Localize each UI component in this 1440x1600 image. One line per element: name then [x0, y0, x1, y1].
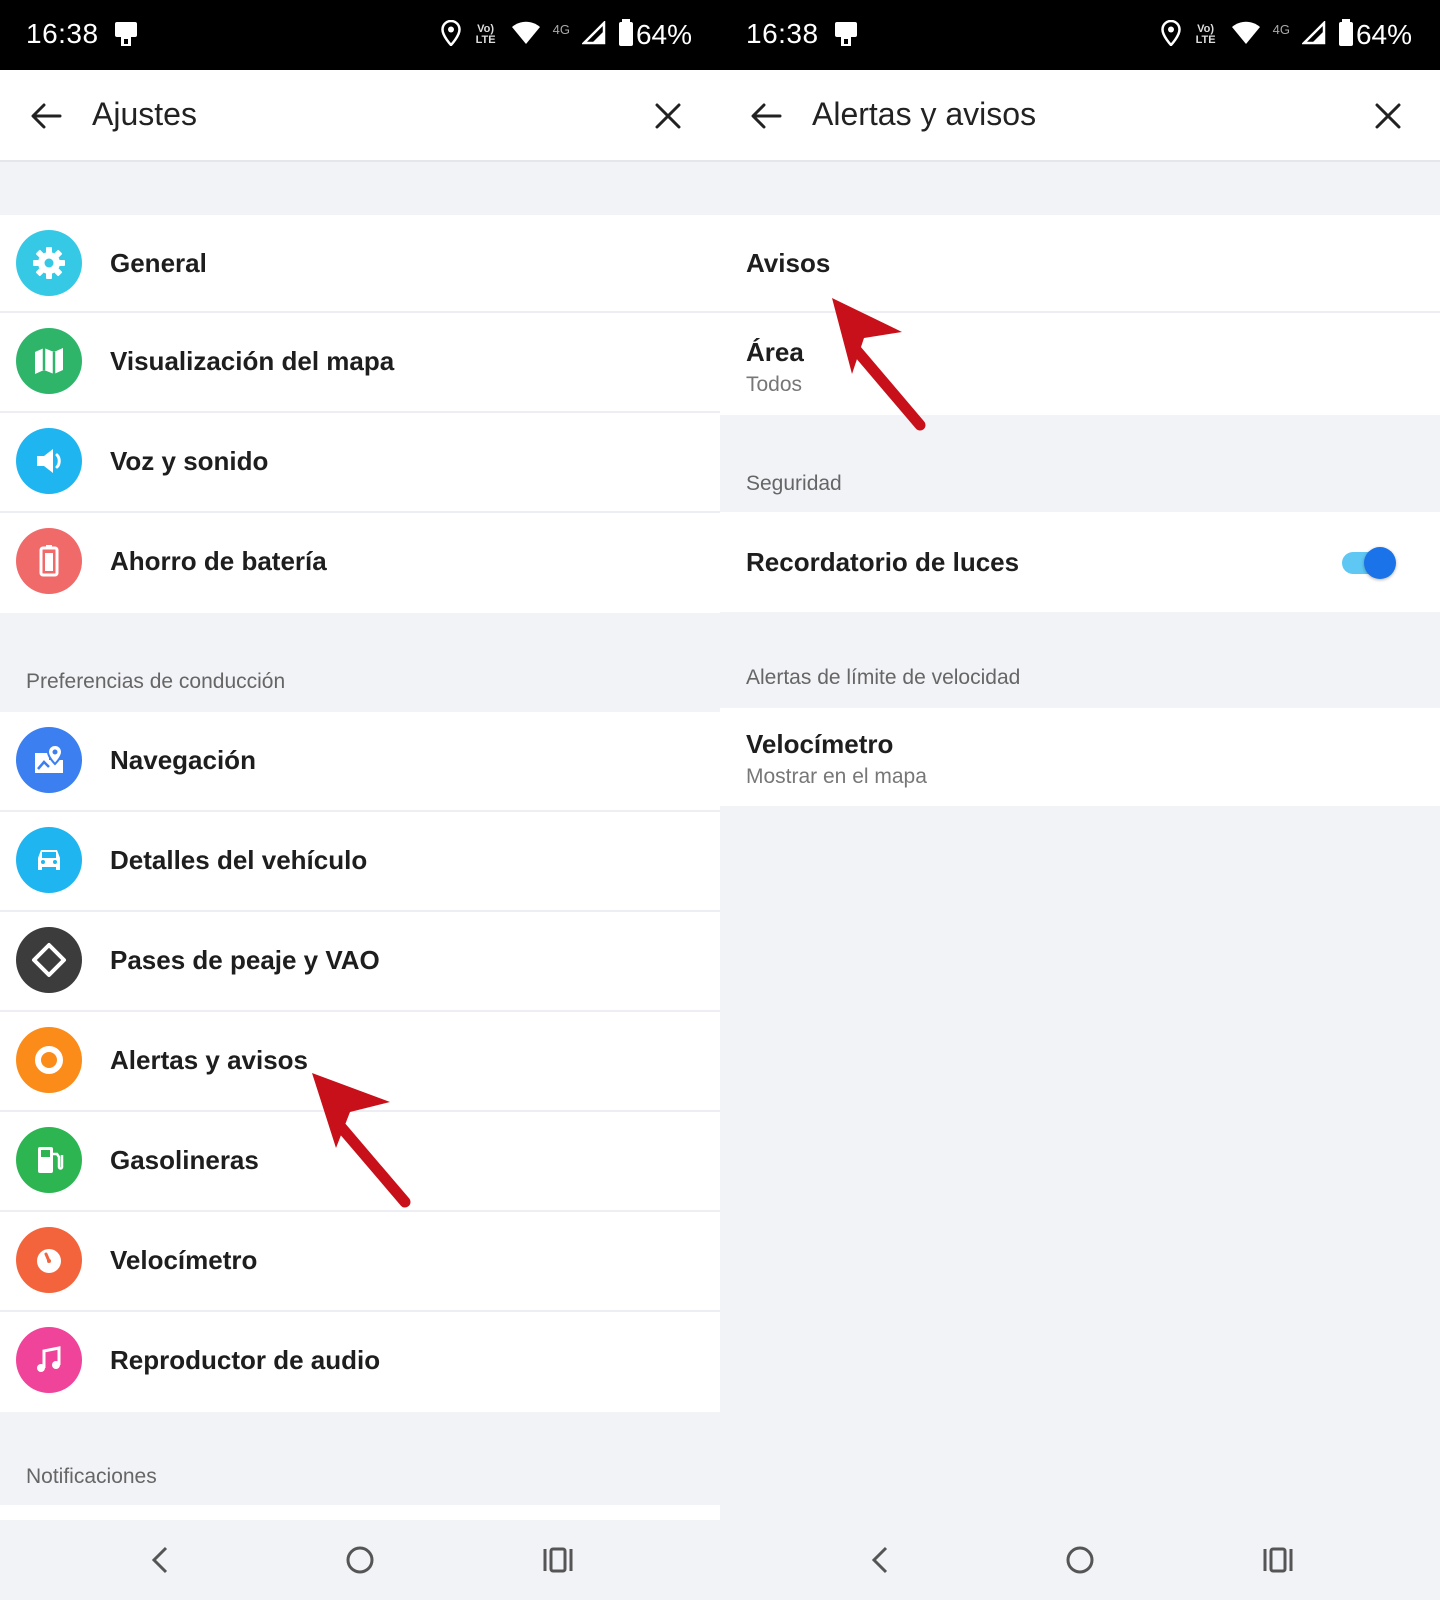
wifi-icon: [511, 21, 541, 50]
gear-icon: [16, 230, 82, 296]
settings-item-toll-passes[interactable]: Pases de peaje y VAO: [0, 912, 720, 1012]
lights-reminder-toggle[interactable]: [1340, 546, 1396, 579]
top-app-bar: Ajustes: [0, 70, 720, 162]
volte-icon: Vo) LTE: [475, 23, 496, 46]
lights-reminder-label: Recordatorio de luces: [746, 547, 1020, 577]
settings-item-label: Pases de peaje y VAO: [110, 945, 380, 975]
navigation-icon: [16, 727, 82, 793]
network-type: 4G: [552, 21, 570, 37]
settings-item-label: General: [110, 248, 207, 278]
settings-item-audio-player[interactable]: Reproductor de audio: [0, 1312, 720, 1412]
section-header-security: Seguridad: [746, 472, 842, 495]
nav-recents-icon[interactable]: [1258, 1540, 1298, 1580]
list-item: [0, 1505, 720, 1521]
settings-item-map-display[interactable]: Visualización del mapa: [0, 313, 720, 413]
area-title: Área: [746, 337, 804, 367]
settings-item-label: Gasolineras: [110, 1145, 259, 1175]
back-arrow-icon[interactable]: [26, 96, 66, 136]
back-arrow-icon[interactable]: [746, 96, 786, 136]
settings-item-label: Reproductor de audio: [110, 1345, 381, 1375]
section-header-notifications: Notificaciones: [26, 1465, 157, 1488]
settings-item-gas-stations[interactable]: Gasolineras: [0, 1112, 720, 1212]
volte-icon: Vo) LTE: [1195, 23, 1216, 46]
alerts-panel: 16:38 Vo) LTE 4G 64% Alertas y avisos Av…: [720, 0, 1440, 1600]
page-title: Alertas y avisos: [812, 96, 1037, 132]
area-value: Todos: [746, 373, 803, 396]
settings-item-general[interactable]: General: [0, 215, 720, 313]
close-icon[interactable]: [1370, 98, 1406, 134]
settings-item-label: Ahorro de batería: [110, 546, 327, 576]
settings-item-navigation[interactable]: Navegación: [0, 712, 720, 812]
settings-item-label: Visualización del mapa: [110, 346, 395, 376]
wifi-icon: [1231, 21, 1261, 50]
status-time: 16:38: [26, 18, 99, 49]
location-icon: [1160, 19, 1181, 51]
speedometer-icon: [16, 1227, 82, 1293]
signal-icon: [1300, 19, 1326, 50]
alert-icon: [16, 1027, 82, 1093]
lights-reminder-item[interactable]: Recordatorio de luces: [720, 512, 1440, 612]
settings-item-vehicle-details[interactable]: Detalles del vehículo: [0, 812, 720, 912]
nav-home-icon[interactable]: [1060, 1540, 1100, 1580]
nav-back-icon[interactable]: [862, 1540, 902, 1580]
settings-item-label: Alertas y avisos: [110, 1045, 309, 1075]
close-icon[interactable]: [650, 98, 686, 134]
speaker-icon: [16, 428, 82, 494]
system-nav-bar: [0, 1520, 720, 1600]
speedometer-setting-item[interactable]: Velocímetro Mostrar en el mapa: [720, 708, 1440, 806]
nav-recents-icon[interactable]: [538, 1540, 578, 1580]
battery-status-icon: [1338, 18, 1354, 52]
settings-panel: 16:38 Vo) LTE 4G 64% Ajustes General Vis…: [0, 0, 720, 1600]
settings-item-label: Voz y sonido: [110, 446, 269, 476]
screen-cast-icon: [832, 20, 860, 53]
signal-icon: [580, 19, 606, 50]
gas-pump-icon: [16, 1127, 82, 1193]
location-icon: [440, 19, 461, 51]
screen-cast-icon: [112, 20, 140, 53]
battery-status-icon: [618, 18, 634, 52]
status-bar: 16:38 Vo) LTE 4G 64%: [0, 0, 720, 70]
section-header-speed-alerts: Alertas de límite de velocidad: [746, 666, 1021, 689]
page-title: Ajustes: [92, 96, 197, 132]
battery-percent: 64%: [635, 19, 692, 50]
settings-item-voice-sound[interactable]: Voz y sonido: [0, 413, 720, 513]
status-time: 16:38: [746, 18, 819, 49]
settings-item-alerts[interactable]: Alertas y avisos: [0, 1012, 720, 1112]
section-header-driving: Preferencias de conducción: [26, 670, 286, 693]
avisos-label: Avisos: [746, 248, 831, 278]
settings-item-speedometer[interactable]: Velocímetro: [0, 1212, 720, 1312]
area-item[interactable]: Área Todos: [720, 313, 1440, 415]
nav-back-icon[interactable]: [142, 1540, 182, 1580]
music-icon: [16, 1327, 82, 1393]
system-nav-bar: [720, 1520, 1440, 1600]
settings-item-label: Velocímetro: [110, 1245, 258, 1275]
settings-item-label: Detalles del vehículo: [110, 845, 368, 875]
map-icon: [16, 328, 82, 394]
settings-item-label: Navegación: [110, 745, 256, 775]
avisos-item[interactable]: Avisos: [720, 215, 1440, 313]
battery-percent: 64%: [1355, 19, 1412, 50]
nav-home-icon[interactable]: [340, 1540, 380, 1580]
status-bar: 16:38 Vo) LTE 4G 64%: [720, 0, 1440, 70]
top-app-bar: Alertas y avisos: [720, 70, 1440, 162]
speedometer-title: Velocímetro: [746, 729, 894, 759]
battery-icon: [16, 528, 82, 594]
network-type: 4G: [1272, 21, 1290, 37]
speedometer-value: Mostrar en el mapa: [746, 765, 927, 788]
toll-diamond-icon: [16, 927, 82, 993]
settings-item-battery-saver[interactable]: Ahorro de batería: [0, 513, 720, 613]
car-icon: [16, 827, 82, 893]
